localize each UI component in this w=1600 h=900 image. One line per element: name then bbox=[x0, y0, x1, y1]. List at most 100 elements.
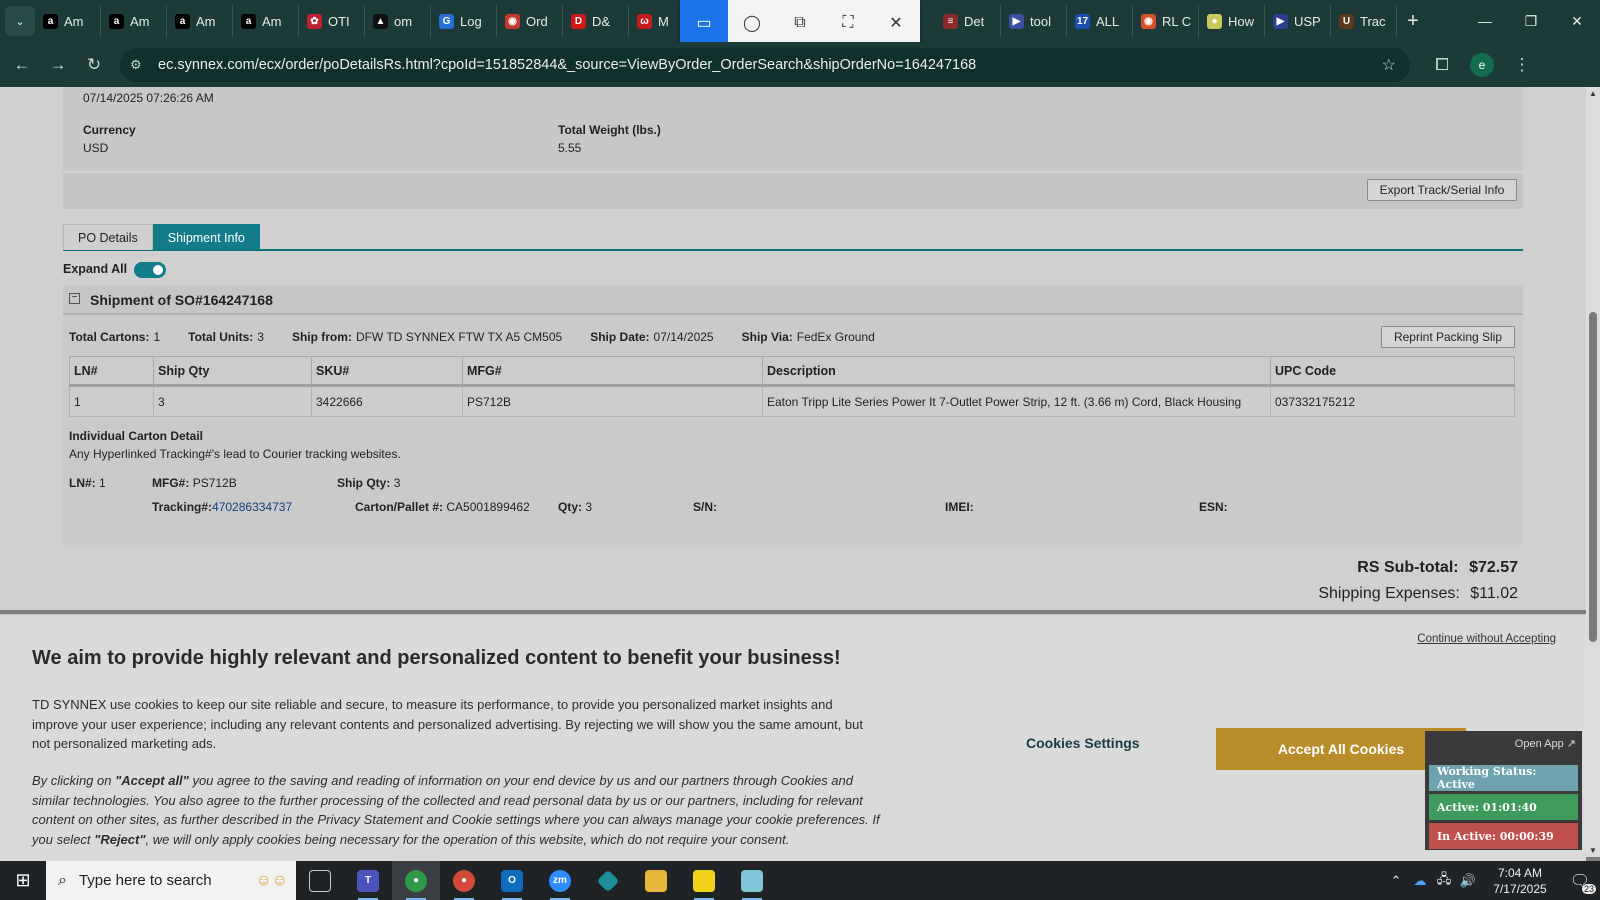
extensions-icon[interactable]: ⧠ bbox=[1422, 47, 1462, 83]
tool-icon: ▶ bbox=[1009, 13, 1024, 29]
cell-upc: 037332175212 bbox=[1270, 385, 1515, 417]
browser-tab[interactable]: a Am bbox=[35, 5, 101, 37]
browser-tab-label: USP bbox=[1294, 13, 1321, 29]
new-tab-button[interactable]: + bbox=[1397, 5, 1429, 37]
tab-po-details[interactable]: PO Details bbox=[63, 224, 153, 250]
teams-icon[interactable]: T bbox=[344, 861, 392, 900]
column-header[interactable]: UPC Code bbox=[1270, 356, 1515, 387]
reload-icon[interactable]: ↻ bbox=[76, 47, 112, 83]
browser-tab[interactable]: a Am bbox=[167, 5, 233, 37]
continue-without-accepting-link[interactable]: Continue without Accepting bbox=[1417, 633, 1556, 645]
window-snip-icon[interactable]: ⧉ bbox=[776, 0, 824, 45]
imei-label: IMEI: bbox=[945, 500, 974, 514]
page-scrollbar[interactable]: ▲ ▼ bbox=[1586, 87, 1600, 857]
browser-tab[interactable]: G Log bbox=[431, 5, 497, 37]
shipment-summary: Total Cartons: 1 Total Units: 3 Ship from:… bbox=[69, 330, 875, 344]
cell-ln: 1 bbox=[69, 385, 154, 417]
column-header[interactable]: MFG# bbox=[462, 356, 763, 387]
browser-tab-label: M bbox=[658, 13, 669, 29]
ship-from-label: Ship from: bbox=[291, 330, 352, 344]
notification-center-icon[interactable]: 🗨 23 bbox=[1560, 861, 1600, 900]
open-app-link[interactable]: Open App ↗ bbox=[1515, 737, 1576, 750]
search-placeholder: Type here to search bbox=[78, 872, 212, 889]
rectangle-snip-icon[interactable]: ▭ bbox=[680, 0, 728, 45]
seventeen-track-icon: 17 bbox=[1075, 13, 1090, 29]
chrome-icon[interactable]: ● bbox=[392, 861, 440, 900]
close-window-button[interactable]: ✕ bbox=[1554, 0, 1600, 42]
export-track-serial-button[interactable]: Export Track/Serial Info bbox=[1367, 179, 1517, 201]
expand-all-toggle[interactable] bbox=[134, 262, 166, 278]
working-status: Working Status: Active bbox=[1429, 765, 1578, 791]
column-header[interactable]: SKU# bbox=[311, 356, 463, 387]
browser-menu-icon[interactable]: ⋮ bbox=[1502, 47, 1542, 83]
browser-tab[interactable]: a Am bbox=[233, 5, 299, 37]
chrome-profile-icon[interactable]: ● bbox=[440, 861, 488, 900]
tracking-number-link[interactable]: 470286334737 bbox=[212, 500, 292, 514]
browser-tab[interactable]: ▶ USP bbox=[1265, 5, 1331, 37]
url-field[interactable]: ⚙ ec.synnex.com/ecx/order/poDetailsRs.ht… bbox=[120, 47, 1410, 82]
page-content: 07/14/2025 07:26:26 AM Currency USD Tota… bbox=[0, 87, 1586, 610]
browser-tab-label: tool bbox=[1030, 13, 1051, 29]
outlook-icon[interactable]: O bbox=[488, 861, 536, 900]
oti-icon: ✿ bbox=[307, 13, 322, 29]
volume-icon[interactable]: 🔊 bbox=[1456, 873, 1480, 889]
browser-tab[interactable]: ▶ tool bbox=[1001, 5, 1067, 37]
browser-tab[interactable]: ≡ Det bbox=[935, 5, 1001, 37]
scroll-down-icon[interactable]: ▼ bbox=[1586, 846, 1600, 855]
browser-tab[interactable]: ▲ om bbox=[365, 5, 431, 37]
close-snip-icon[interactable]: ✕ bbox=[872, 0, 920, 45]
show-hidden-icons-icon[interactable]: ⌃ bbox=[1384, 873, 1408, 889]
scroll-up-icon[interactable]: ▲ bbox=[1586, 89, 1600, 98]
sticky-notes-icon[interactable] bbox=[680, 861, 728, 900]
tab-shipment-info[interactable]: Shipment Info bbox=[152, 224, 260, 250]
column-header[interactable]: LN# bbox=[69, 356, 154, 387]
shipment-header[interactable]: − Shipment of SO#164247168 bbox=[63, 285, 1523, 315]
reprint-packing-slip-button[interactable]: Reprint Packing Slip bbox=[1381, 326, 1515, 348]
task-view-icon[interactable] bbox=[296, 861, 344, 900]
browser-tab[interactable]: ✿ OTI bbox=[299, 5, 365, 37]
search-highlight-emoji-icon: ☺☺ bbox=[255, 871, 288, 889]
how-icon: ● bbox=[1207, 13, 1222, 29]
windows-start-icon[interactable]: ⊞ bbox=[0, 861, 46, 900]
bookmark-star-icon[interactable]: ☆ bbox=[1382, 55, 1396, 75]
collapse-icon[interactable]: − bbox=[69, 293, 80, 304]
site-info-icon[interactable]: ⚙ bbox=[130, 57, 152, 73]
carton-pallet-label: Carton/Pallet #: bbox=[355, 500, 444, 514]
freeform-snip-icon[interactable]: ◯ bbox=[728, 0, 776, 45]
browser-tab-label: om bbox=[394, 13, 413, 29]
column-header[interactable]: Description bbox=[762, 356, 1271, 387]
browser-tab[interactable]: 17 ALL bbox=[1067, 5, 1133, 37]
profile-avatar[interactable]: e bbox=[1470, 52, 1494, 77]
browser-tab[interactable]: D D& bbox=[563, 5, 629, 37]
m-icon: ω bbox=[637, 13, 652, 29]
network-icon[interactable]: 🖧 bbox=[1432, 870, 1456, 892]
forward-icon[interactable]: → bbox=[40, 47, 76, 83]
browser-tab-label: Am bbox=[130, 13, 150, 29]
scrollbar-thumb[interactable] bbox=[1589, 312, 1597, 642]
restore-window-button[interactable]: ❐ bbox=[1508, 0, 1554, 42]
notepad-icon[interactable] bbox=[728, 861, 776, 900]
zoom-icon[interactable]: zm bbox=[536, 861, 584, 900]
tab-search-dropdown-icon[interactable]: ⌄ bbox=[5, 6, 35, 36]
file-explorer-icon[interactable] bbox=[632, 861, 680, 900]
browser-tab[interactable]: ◉ Ord bbox=[497, 5, 563, 37]
snipping-toolbar: ▭ ◯ ⧉ ⛶ ✕ bbox=[680, 0, 920, 45]
browser-tab[interactable]: ◉ RL C bbox=[1133, 5, 1199, 37]
browser-tab[interactable]: U Trac bbox=[1331, 5, 1397, 37]
onedrive-icon[interactable]: ☁ bbox=[1408, 873, 1432, 889]
browser-tab[interactable]: ● How bbox=[1199, 5, 1265, 37]
system-clock[interactable]: 7:04 AM 7/17/2025 bbox=[1480, 865, 1560, 897]
column-header[interactable]: Ship Qty bbox=[153, 356, 312, 387]
fullscreen-snip-icon[interactable]: ⛶ bbox=[824, 0, 872, 45]
subtotal-value: $72.57 bbox=[1469, 559, 1518, 576]
browser-tab[interactable]: a Am bbox=[101, 5, 167, 37]
taskbar-search-box[interactable]: ⌕ Type here to search ☺☺ bbox=[46, 861, 296, 900]
clock-time: 7:04 AM bbox=[1497, 865, 1543, 880]
minimize-window-button[interactable]: — bbox=[1462, 0, 1508, 42]
app-diamond-icon[interactable] bbox=[584, 861, 632, 900]
cookies-settings-button[interactable]: Cookies Settings bbox=[1026, 735, 1140, 751]
ship-via-label: Ship Via: bbox=[741, 330, 793, 344]
shipping-label: Shipping Expenses: bbox=[1318, 585, 1460, 602]
back-icon[interactable]: ← bbox=[4, 47, 40, 83]
expand-all-label: Expand All bbox=[63, 262, 128, 276]
